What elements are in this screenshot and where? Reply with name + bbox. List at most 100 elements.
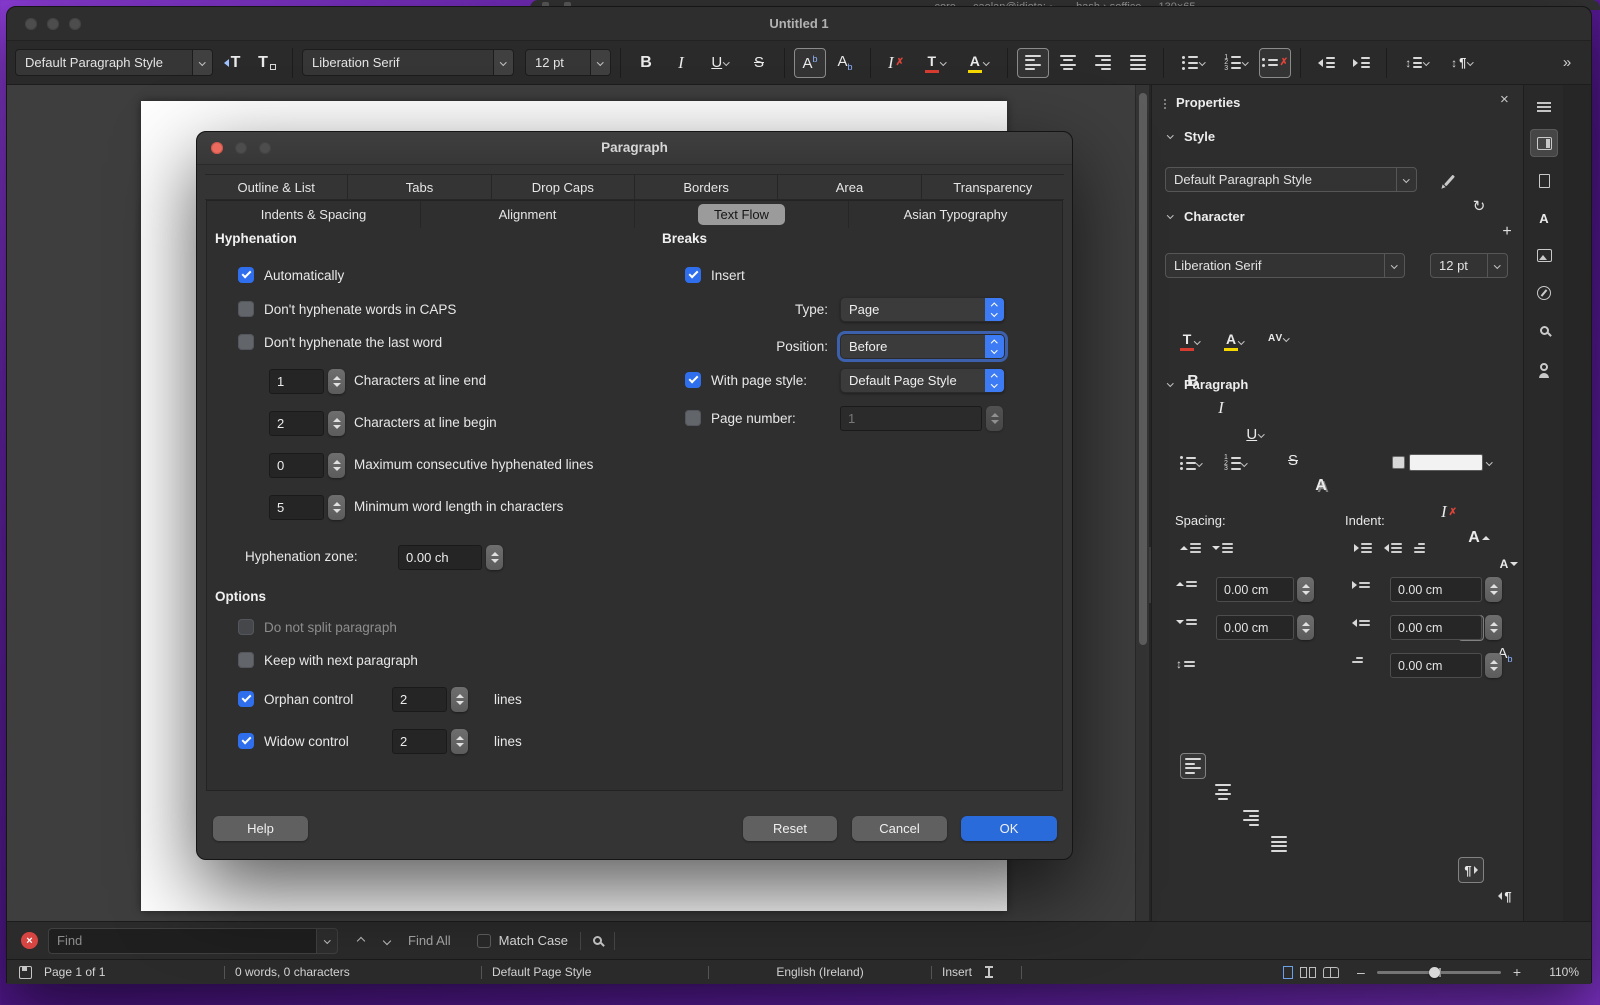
- accessibility-check-deck-icon[interactable]: [1530, 353, 1558, 381]
- switch-indent-icon[interactable]: [1414, 543, 1425, 553]
- widow-lines-field[interactable]: 2: [392, 729, 447, 754]
- tab-tabs[interactable]: Tabs: [347, 175, 490, 199]
- tab-asian-typography[interactable]: Asian Typography: [848, 201, 1062, 228]
- find-history-dropdown[interactable]: [316, 928, 338, 954]
- find-and-replace-icon[interactable]: [593, 936, 602, 945]
- spacing-below-stepper[interactable]: [1297, 615, 1314, 640]
- keep-with-next-checkbox[interactable]: [238, 652, 254, 668]
- page-deck-icon[interactable]: [1530, 167, 1558, 195]
- decrease-font-size-button[interactable]: A: [1496, 551, 1522, 577]
- vertical-scrollbar[interactable]: [1135, 85, 1149, 921]
- multi-page-view-button[interactable]: [1300, 967, 1316, 978]
- increase-paragraph-spacing-icon[interactable]: [1180, 543, 1201, 553]
- font-color-button[interactable]: T: [1180, 331, 1200, 351]
- chevron-down-icon[interactable]: [1487, 254, 1507, 277]
- align-center-button[interactable]: [1052, 48, 1084, 78]
- align-left-button[interactable]: [1017, 48, 1049, 78]
- refresh-style-icon[interactable]: ↻: [1466, 193, 1492, 219]
- highlight-color-button[interactable]: A: [958, 48, 998, 78]
- max-hyphenated-lines-field[interactable]: 0: [269, 453, 324, 478]
- zoom-in-button[interactable]: +: [1511, 964, 1523, 980]
- align-justify-button[interactable]: [1266, 831, 1292, 857]
- subscript-button[interactable]: Ab: [829, 48, 861, 78]
- chars-line-begin-field[interactable]: 2: [269, 411, 324, 436]
- properties-deck-icon[interactable]: [1530, 129, 1558, 157]
- numbered-list-button[interactable]: 123: [1216, 48, 1256, 78]
- clear-formatting-button[interactable]: I✗: [1436, 499, 1462, 525]
- language-status[interactable]: English (Ireland): [709, 965, 931, 979]
- decrease-indent-icon[interactable]: [1384, 543, 1402, 553]
- bullet-list-button[interactable]: [1180, 456, 1202, 470]
- paragraph-background-color-button[interactable]: [1392, 454, 1492, 471]
- styles-deck-icon[interactable]: A: [1530, 204, 1558, 232]
- reset-button[interactable]: Reset: [743, 816, 837, 841]
- chars-line-begin-stepper[interactable]: [328, 411, 345, 436]
- collapse-paragraph-section-icon[interactable]: [1167, 380, 1173, 386]
- collapse-character-section-icon[interactable]: [1167, 212, 1173, 218]
- chevron-down-icon[interactable]: [1384, 254, 1404, 277]
- tab-outline-and-list[interactable]: Outline & List: [205, 175, 347, 199]
- line-spacing-button[interactable]: ↕: [1396, 48, 1438, 78]
- find-previous-button[interactable]: [348, 932, 374, 950]
- highlight-color-button[interactable]: A: [1224, 331, 1244, 351]
- min-word-length-field[interactable]: 5: [269, 495, 324, 520]
- tab-area[interactable]: Area: [777, 175, 920, 199]
- align-center-button[interactable]: [1210, 779, 1236, 805]
- page-style-select[interactable]: Default Page Style: [840, 368, 1005, 393]
- page-number-checkbox[interactable]: [685, 410, 701, 426]
- sidebar-menu-icon[interactable]: [1530, 93, 1558, 121]
- indent-after-field[interactable]: 0.00 cm: [1390, 615, 1482, 640]
- increase-indent-button[interactable]: [1345, 48, 1377, 78]
- update-style-icon[interactable]: [1436, 167, 1462, 193]
- single-page-view-button[interactable]: [1283, 966, 1293, 979]
- decrease-paragraph-spacing-icon[interactable]: [1212, 543, 1233, 553]
- dont-hyphenate-caps-checkbox[interactable]: [238, 301, 254, 317]
- tab-drop-caps[interactable]: Drop Caps: [491, 175, 634, 199]
- shadow-button[interactable]: A: [1308, 473, 1334, 499]
- indent-firstline-field[interactable]: 0.00 cm: [1390, 653, 1482, 678]
- close-find-bar-icon[interactable]: ×: [21, 932, 38, 949]
- orphan-lines-stepper[interactable]: [451, 687, 468, 712]
- widow-control-checkbox[interactable]: [238, 733, 254, 749]
- italic-button[interactable]: I: [1208, 395, 1234, 421]
- match-case-checkbox[interactable]: [477, 934, 491, 948]
- indent-before-field[interactable]: 0.00 cm: [1390, 577, 1482, 602]
- insert-mode-status[interactable]: Insert: [942, 965, 972, 979]
- decrease-indent-button[interactable]: [1310, 48, 1342, 78]
- zoom-slider-thumb[interactable]: [1429, 967, 1440, 978]
- break-position-select[interactable]: Before: [840, 334, 1005, 359]
- tab-text-flow[interactable]: Text Flow: [634, 201, 848, 228]
- indent-after-stepper[interactable]: [1485, 615, 1502, 640]
- chevron-down-icon[interactable]: [192, 50, 212, 75]
- paragraph-ltr-button[interactable]: ¶: [1458, 857, 1484, 883]
- dialog-titlebar[interactable]: Paragraph: [197, 132, 1072, 165]
- font-size-combo[interactable]: 12 pt: [525, 49, 611, 76]
- zoom-out-button[interactable]: –: [1355, 964, 1367, 980]
- numbered-list-button[interactable]: 123: [1224, 456, 1247, 470]
- chars-line-end-field[interactable]: 1: [269, 369, 324, 394]
- sidebar-paragraph-style-select[interactable]: Default Paragraph Style: [1165, 167, 1417, 192]
- tab-transparency[interactable]: Transparency: [921, 175, 1064, 199]
- sidebar-font-name-select[interactable]: Liberation Serif: [1165, 253, 1405, 278]
- save-icon[interactable]: [19, 966, 32, 979]
- break-type-select[interactable]: Page: [840, 297, 1005, 322]
- find-all-button[interactable]: Find All: [408, 933, 451, 948]
- new-style-icon[interactable]: +: [1494, 219, 1520, 245]
- increase-indent-icon[interactable]: [1354, 543, 1372, 553]
- navigator-deck-icon[interactable]: [1530, 279, 1558, 307]
- font-name-combo[interactable]: Liberation Serif: [302, 49, 514, 76]
- sidebar-font-size-select[interactable]: 12 pt: [1430, 253, 1508, 278]
- paragraph-rtl-button[interactable]: ¶: [1492, 883, 1518, 909]
- character-spacing-button[interactable]: AV: [1268, 333, 1289, 344]
- find-input[interactable]: [48, 928, 316, 954]
- strikethrough-button[interactable]: S: [743, 48, 775, 78]
- collapse-style-section-icon[interactable]: [1167, 132, 1173, 138]
- scrollbar-thumb[interactable]: [1139, 93, 1147, 645]
- bold-button[interactable]: B: [630, 48, 662, 78]
- align-left-button[interactable]: [1180, 753, 1206, 779]
- underline-button[interactable]: U: [1236, 421, 1274, 447]
- word-count-status[interactable]: 0 words, 0 characters: [235, 965, 481, 979]
- zoom-level[interactable]: 110%: [1537, 965, 1579, 979]
- with-page-style-checkbox[interactable]: [685, 372, 701, 388]
- spacing-below-field[interactable]: 0.00 cm: [1216, 615, 1294, 640]
